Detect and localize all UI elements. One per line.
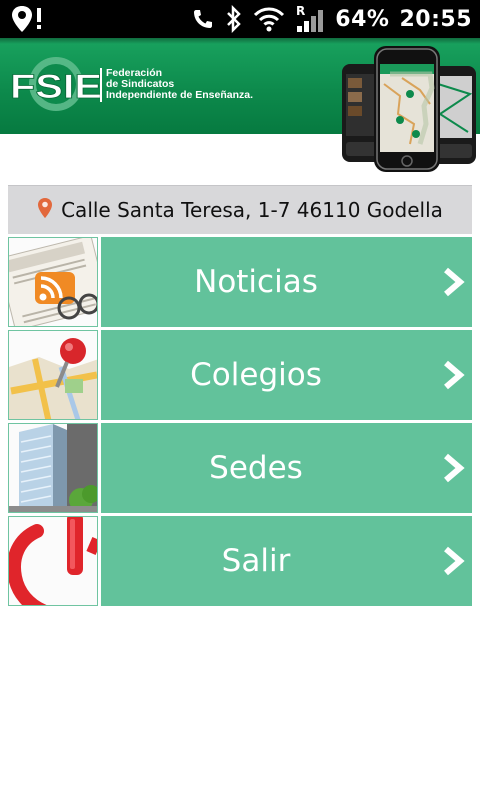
menu-button-salir[interactable]: Salir — [101, 516, 472, 606]
signal-roaming-icon: R — [295, 4, 325, 34]
menu-row-colegios: Colegios — [8, 330, 472, 420]
smartphones-illustration — [342, 46, 476, 172]
thumbnail-sedes — [8, 423, 98, 513]
menu-button-noticias[interactable]: Noticias — [101, 237, 472, 327]
menu-label-salir: Salir — [221, 543, 291, 579]
call-icon — [191, 7, 215, 31]
news-rss-icon — [9, 238, 97, 326]
menu-row-sedes: Sedes — [8, 423, 472, 513]
address-text: Calle Santa Teresa, 1-7 46110 Godella — [61, 198, 443, 222]
thumbnail-colegios — [8, 330, 98, 420]
address-bar: Calle Santa Teresa, 1-7 46110 Godella — [8, 185, 472, 234]
menu-row-salir: Salir — [8, 516, 472, 606]
status-left — [10, 5, 48, 33]
map-pin-icon — [37, 197, 53, 223]
bluetooth-icon — [225, 5, 243, 33]
wifi-icon — [253, 6, 285, 32]
chevron-right-icon — [444, 360, 465, 390]
menu-label-noticias: Noticias — [194, 264, 318, 300]
svg-text:R: R — [296, 4, 305, 18]
status-right: R 64% 20:55 — [191, 0, 472, 38]
menu-row-noticias: Noticias — [8, 237, 472, 327]
thumbnail-noticias — [8, 237, 98, 327]
menu-button-colegios[interactable]: Colegios — [101, 330, 472, 420]
chevron-right-icon — [444, 453, 465, 483]
map-pushpin-icon — [9, 331, 97, 419]
battery-percent: 64% — [335, 6, 390, 32]
location-alert-icon — [10, 5, 48, 33]
clock: 20:55 — [399, 6, 472, 32]
chevron-right-icon — [444, 546, 465, 576]
brand-line-3: Independiente de Enseñanza. — [106, 89, 254, 101]
building-icon — [9, 424, 97, 512]
menu-button-sedes[interactable]: Sedes — [101, 423, 472, 513]
brand-name: Federación de Sindicatos Independiente d… — [106, 68, 253, 101]
brand-divider — [100, 68, 102, 102]
svg-text:FSIE: FSIE — [10, 68, 102, 106]
chevron-right-icon — [444, 267, 465, 297]
menu-label-colegios: Colegios — [190, 357, 322, 393]
power-icon — [9, 517, 97, 605]
thumbnail-salir — [8, 516, 98, 606]
fsie-logo: FSIE — [10, 57, 102, 111]
menu-label-sedes: Sedes — [209, 450, 303, 486]
status-bar: R 64% 20:55 — [0, 0, 480, 38]
